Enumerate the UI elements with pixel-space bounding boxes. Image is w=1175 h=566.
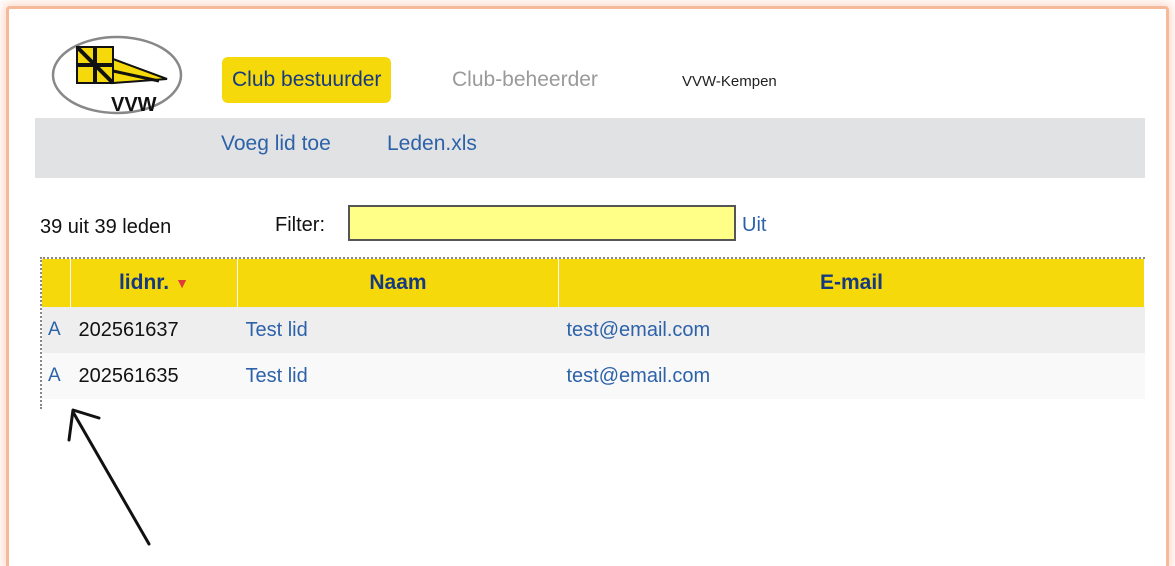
filter-off-link[interactable]: Uit (742, 214, 766, 237)
logo-text: VVW (111, 94, 157, 116)
member-count: 39 uit 39 leden (40, 216, 172, 238)
sub-navigation-bar: Voeg lid toe Leden.xls (35, 118, 1145, 178)
filter-input[interactable] (348, 205, 736, 241)
nav-club-beheerder[interactable]: Club-beheerder (442, 57, 608, 103)
member-name-link[interactable]: Test lid (237, 307, 559, 353)
sort-descending-icon: ▼ (175, 275, 190, 292)
column-header-email[interactable]: E-mail (558, 259, 1145, 307)
member-id-cell: 202561637 (70, 307, 238, 353)
member-id-cell: 202561635 (70, 353, 238, 399)
row-action-link[interactable]: A (42, 353, 71, 399)
filter-label: Filter: (275, 214, 325, 236)
table-row: A 202561635 Test lid test@email.com (42, 353, 1145, 399)
member-email-link[interactable]: test@email.com (558, 353, 1145, 399)
table-header-row: lidnr. ▼ Naam E-mail (42, 259, 1145, 307)
row-action-link[interactable]: A (42, 307, 71, 353)
export-xls-link[interactable]: Leden.xls (387, 132, 477, 156)
member-email-link[interactable]: test@email.com (558, 307, 1145, 353)
add-member-link[interactable]: Voeg lid toe (221, 132, 331, 156)
page-frame: VVW Club bestuurder Club-beheerder VVW-K… (6, 6, 1169, 566)
member-name-link[interactable]: Test lid (237, 353, 559, 399)
members-table: lidnr. ▼ Naam E-mail A 202561637 Test lid… (40, 257, 1145, 409)
column-header-lidnr[interactable]: lidnr. ▼ (70, 259, 238, 307)
nav-vvw-kempen[interactable]: VVW-Kempen (682, 73, 777, 90)
column-header-lidnr-label: lidnr. (118, 271, 170, 294)
table-row: A 202561637 Test lid test@email.com (42, 307, 1145, 353)
vvw-logo: VVW (51, 35, 183, 116)
action-column-header (42, 259, 71, 307)
annotation-arrow-icon (67, 408, 151, 546)
column-header-naam[interactable]: Naam (237, 259, 559, 307)
nav-club-bestuurder[interactable]: Club bestuurder (222, 57, 392, 103)
